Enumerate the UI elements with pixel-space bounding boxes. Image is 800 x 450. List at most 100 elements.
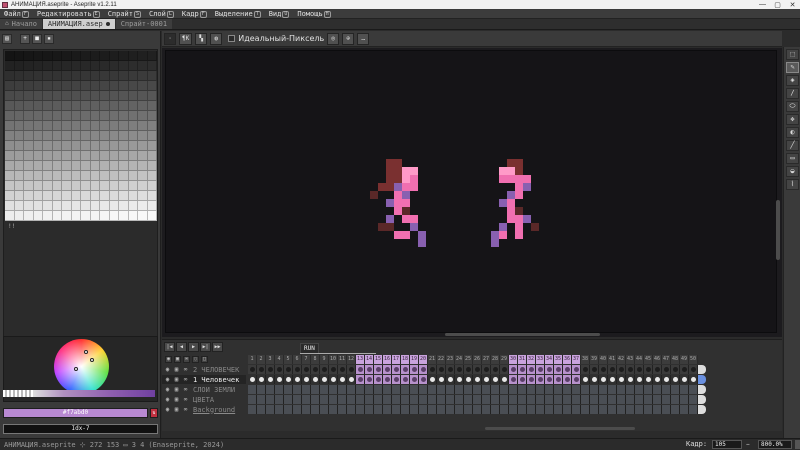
frame-number[interactable]: 29 [500, 355, 509, 364]
frame-number[interactable]: 34 [545, 355, 554, 364]
palette-swatch[interactable] [90, 211, 100, 221]
cel[interactable] [464, 375, 473, 384]
palette-swatch[interactable] [71, 201, 81, 211]
palette-swatch[interactable] [109, 161, 119, 171]
palette-swatch[interactable] [62, 91, 72, 101]
eye-header-icon[interactable]: ◉ [165, 356, 172, 363]
palette-swatch[interactable] [81, 121, 91, 131]
palette-swatch[interactable] [100, 81, 110, 91]
frame-number[interactable]: 18 [401, 355, 410, 364]
previous-frame-button[interactable]: ◀ [176, 342, 187, 352]
palette-swatch[interactable] [119, 81, 129, 91]
palette-swatch[interactable] [81, 101, 91, 111]
palette-swatch[interactable] [33, 131, 43, 141]
palette-swatch[interactable] [81, 51, 91, 61]
cel[interactable] [383, 365, 392, 374]
cel[interactable] [374, 365, 383, 374]
frame-number[interactable]: 6 [293, 355, 302, 364]
eye-icon[interactable]: ◉ [164, 406, 171, 413]
palette-swatch[interactable] [138, 121, 148, 131]
eyedropper-tool-icon[interactable]: ∕ [786, 88, 799, 99]
cel[interactable] [275, 365, 284, 374]
palette-swatch[interactable] [5, 101, 15, 111]
palette-swatch[interactable] [109, 141, 119, 151]
cel[interactable] [257, 395, 266, 404]
cel[interactable] [365, 385, 374, 394]
palette-swatch[interactable] [24, 91, 34, 101]
palette-swatch[interactable] [109, 61, 119, 71]
cel[interactable] [311, 385, 320, 394]
palette-swatch[interactable] [128, 91, 138, 101]
cel[interactable] [401, 405, 410, 414]
palette-swatch[interactable] [128, 71, 138, 81]
palette-swatch[interactable] [109, 121, 119, 131]
palette-swatch[interactable] [33, 81, 43, 91]
frame-number[interactable]: 31 [518, 355, 527, 364]
paint-bucket-icon[interactable]: ▚ [195, 32, 208, 45]
palette-swatch[interactable] [109, 201, 119, 211]
palette-swatch[interactable] [109, 81, 119, 91]
cel[interactable] [455, 365, 464, 374]
layer-name[interactable]: 1 Человечек [193, 376, 239, 384]
frame-number[interactable]: 30 [509, 355, 518, 364]
cel[interactable] [680, 365, 689, 374]
cel[interactable] [410, 395, 419, 404]
palette-swatch[interactable] [147, 121, 157, 131]
palette-swatch[interactable] [147, 91, 157, 101]
layer-name[interactable]: СЛОИ ЗЕМЛИ [193, 386, 235, 394]
palette-swatch[interactable] [33, 211, 43, 221]
palette-swatch[interactable] [33, 181, 43, 191]
palette-swatch[interactable] [119, 121, 129, 131]
cel[interactable] [329, 365, 338, 374]
continuous-icon[interactable]: ∞ [182, 376, 189, 383]
palette-swatch[interactable] [14, 191, 24, 201]
palette-swatch[interactable] [119, 61, 129, 71]
palette-swatch[interactable] [119, 171, 129, 181]
palette-swatch[interactable] [90, 171, 100, 181]
cel[interactable] [518, 375, 527, 384]
cel[interactable] [275, 395, 284, 404]
background-color-button[interactable]: Idx-7 [3, 424, 158, 434]
cel[interactable] [644, 375, 653, 384]
cel[interactable] [509, 375, 518, 384]
palette-swatch[interactable] [5, 91, 15, 101]
continuous-icon[interactable]: ∞ [182, 396, 189, 403]
cel[interactable] [653, 375, 662, 384]
cel[interactable] [338, 385, 347, 394]
palette-swatch[interactable] [43, 171, 53, 181]
cel[interactable] [617, 395, 626, 404]
last-frame-button[interactable]: ▶▶ [212, 342, 223, 352]
palette-swatch[interactable] [128, 191, 138, 201]
palette-swatch[interactable] [24, 121, 34, 131]
palette-swatch[interactable] [14, 61, 24, 71]
cel[interactable] [446, 365, 455, 374]
palette-swatch[interactable] [119, 51, 129, 61]
cel[interactable] [410, 375, 419, 384]
palette-swatch[interactable] [81, 91, 91, 101]
cel[interactable] [635, 405, 644, 414]
palette-swatch[interactable] [90, 131, 100, 141]
cel[interactable] [599, 405, 608, 414]
palette-swatch[interactable] [5, 111, 15, 121]
cel[interactable] [419, 385, 428, 394]
cel[interactable] [356, 385, 365, 394]
cel[interactable] [662, 405, 671, 414]
menu-layer[interactable]: Слой L [149, 10, 174, 18]
cel[interactable] [266, 385, 275, 394]
frame-number[interactable]: 45 [644, 355, 653, 364]
palette-swatch[interactable] [71, 151, 81, 161]
palette-swatch[interactable] [128, 51, 138, 61]
cel[interactable] [635, 365, 644, 374]
palette-swatch[interactable] [24, 161, 34, 171]
cel[interactable] [410, 405, 419, 414]
tab-animation[interactable]: АНИМАЦИЯ.aseр [42, 19, 115, 29]
palette-swatch[interactable] [81, 61, 91, 71]
palette-swatch[interactable] [109, 181, 119, 191]
canvas-vertical-scrollbar[interactable] [776, 200, 780, 260]
frame-number[interactable]: 25 [464, 355, 473, 364]
zoom-tool-icon[interactable]: ⬭ [786, 101, 799, 112]
ink-type-button[interactable]: ¶K [179, 32, 193, 45]
palette-swatch[interactable] [138, 201, 148, 211]
palette-swatch[interactable] [138, 211, 148, 221]
cel[interactable] [572, 405, 581, 414]
